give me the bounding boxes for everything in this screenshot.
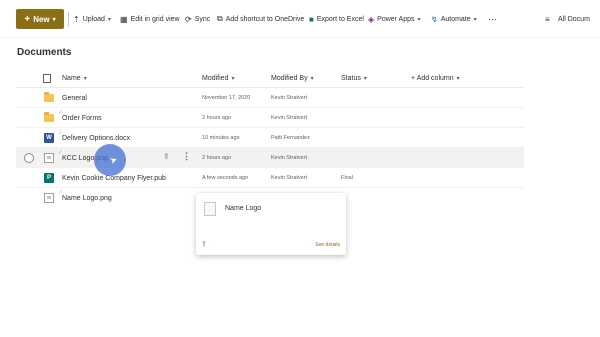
share-icon[interactable]: ⇪	[163, 152, 170, 161]
excel-icon: ■	[309, 14, 314, 24]
filter-icon: ≡	[545, 14, 550, 24]
filter-button[interactable]: ≡	[545, 11, 553, 27]
row-name[interactable]: Name Logo.png	[62, 188, 112, 208]
chevron-down-icon: ▾	[310, 75, 314, 82]
row-modified-by: Kevin Stratvert	[271, 175, 308, 181]
automate-icon: ↯	[431, 14, 438, 24]
sync-label: Sync	[194, 15, 211, 23]
table-row[interactable]: ⁄ KCC Logo.png ⇪ ⋮ 2 hours ago Kevin Str…	[16, 148, 524, 168]
table-row[interactable]: General November 17, 2020 Kevin Stratver…	[16, 88, 524, 108]
plus-icon: +	[24, 13, 31, 25]
new-button[interactable]: + New ▾	[16, 9, 64, 29]
more-label: ···	[488, 14, 497, 24]
column-header-status[interactable]: Status ▾	[341, 72, 367, 84]
row-modified: November 17, 2020	[202, 95, 251, 101]
export-excel-label: Export to Excel	[316, 15, 364, 23]
chevron-down-icon: ▾	[83, 75, 87, 82]
new-item-icon: ⁄	[60, 110, 61, 116]
folder-icon	[44, 92, 54, 102]
row-name[interactable]: Order Forms	[62, 108, 102, 128]
new-item-icon: ⁄	[60, 130, 61, 136]
file-type-header-icon[interactable]	[43, 72, 51, 84]
add-shortcut-button[interactable]: ⧉ Add shortcut to OneDrive	[217, 11, 304, 27]
chevron-down-icon: ▾	[417, 16, 421, 23]
column-header-modified-by[interactable]: Modified By ▾	[271, 72, 314, 84]
column-header-modified[interactable]: Modified ▾	[202, 72, 234, 84]
row-modified-by: Kevin Stratvert	[271, 155, 308, 161]
upload-icon: ⇡	[73, 14, 80, 24]
command-bar: + New ▾ ⇡ Upload ▾ ▦ Edit in grid view ⟳…	[0, 0, 600, 38]
row-modified-by: Patti Fernandez	[271, 135, 310, 141]
page-title: Documents	[17, 47, 72, 58]
column-header-name-label: Name	[62, 74, 81, 82]
add-shortcut-label: Add shortcut to OneDrive	[225, 15, 305, 23]
row-modified-by: Kevin Stratvert	[271, 95, 308, 101]
chevron-down-icon: ▾	[52, 16, 56, 23]
image-icon	[44, 153, 54, 163]
automate-button[interactable]: ↯ Automate ▾	[431, 11, 477, 27]
column-header-status-label: Status	[341, 74, 361, 82]
row-modified: 2 hours ago	[202, 155, 232, 161]
more-button[interactable]: ···	[488, 11, 497, 27]
table-row[interactable]: P Kevin Cookie Company Flyer.pub A few s…	[16, 168, 524, 188]
image-icon	[44, 193, 54, 203]
share-icon[interactable]: ⇪	[201, 240, 207, 248]
power-apps-button[interactable]: ◈ Power Apps ▾	[368, 11, 421, 27]
file-type-icon	[43, 73, 51, 83]
sync-button[interactable]: ⟳ Sync	[185, 11, 210, 27]
sync-icon: ⟳	[185, 14, 192, 24]
table-row[interactable]: ⁄ Order Forms 2 hours ago Kevin Stratver…	[16, 108, 524, 128]
new-button-label: New	[33, 14, 50, 24]
power-apps-icon: ◈	[368, 14, 375, 24]
folder-icon	[44, 112, 54, 122]
row-modified: 2 hours ago	[202, 115, 232, 121]
chevron-down-icon: ▾	[363, 75, 367, 82]
view-selector-label: All Docum	[558, 15, 590, 23]
power-apps-label: Power Apps	[377, 15, 415, 23]
shortcut-icon: ⧉	[217, 14, 223, 23]
divider	[68, 12, 69, 26]
export-excel-button[interactable]: ■ Export to Excel	[309, 11, 364, 27]
chevron-down-icon: ▾	[456, 75, 460, 82]
new-item-icon: ⁄	[60, 190, 61, 196]
column-header-modified-label: Modified	[202, 74, 229, 82]
row-name[interactable]: General	[62, 88, 87, 108]
row-modified: A few seconds ago	[202, 175, 249, 181]
row-modified: 10 minutes ago	[202, 135, 240, 141]
more-options-icon[interactable]: ⋮	[182, 151, 191, 162]
row-select-radio[interactable]	[24, 153, 34, 163]
column-header-modified-by-label: Modified By	[271, 74, 308, 82]
file-hover-card: Name Logo ⇪ See details	[196, 193, 346, 255]
add-column-button[interactable]: + Add column ▾	[411, 72, 460, 84]
chevron-down-icon: ▾	[473, 16, 477, 23]
table-row[interactable]: W ⁄ Delivery Options.docx 10 minutes ago…	[16, 128, 524, 148]
add-column-label: + Add column	[411, 74, 454, 82]
row-modified-by: Kevin Stratvert	[271, 115, 308, 121]
new-item-icon: ⁄	[60, 150, 61, 156]
grid-icon: ▦	[120, 14, 128, 24]
see-details-link[interactable]: See details	[315, 242, 340, 248]
publisher-icon: P	[44, 173, 54, 183]
hover-card-title[interactable]: Name Logo	[225, 205, 261, 212]
upload-button[interactable]: ⇡ Upload ▾	[73, 11, 111, 27]
edit-grid-label: Edit in grid view	[130, 15, 180, 23]
column-header-name[interactable]: Name ▾	[62, 72, 87, 84]
upload-label: Upload	[82, 15, 105, 23]
view-selector[interactable]: All Docum	[558, 11, 590, 27]
automate-label: Automate	[440, 15, 471, 23]
chevron-down-icon: ▾	[231, 75, 235, 82]
chevron-down-icon: ▾	[107, 16, 111, 23]
edit-grid-button[interactable]: ▦ Edit in grid view	[120, 11, 180, 27]
row-name[interactable]: Delivery Options.docx	[62, 128, 130, 148]
file-thumbnail-icon	[204, 202, 216, 216]
word-icon: W	[44, 133, 54, 143]
row-status: Final	[341, 175, 353, 181]
